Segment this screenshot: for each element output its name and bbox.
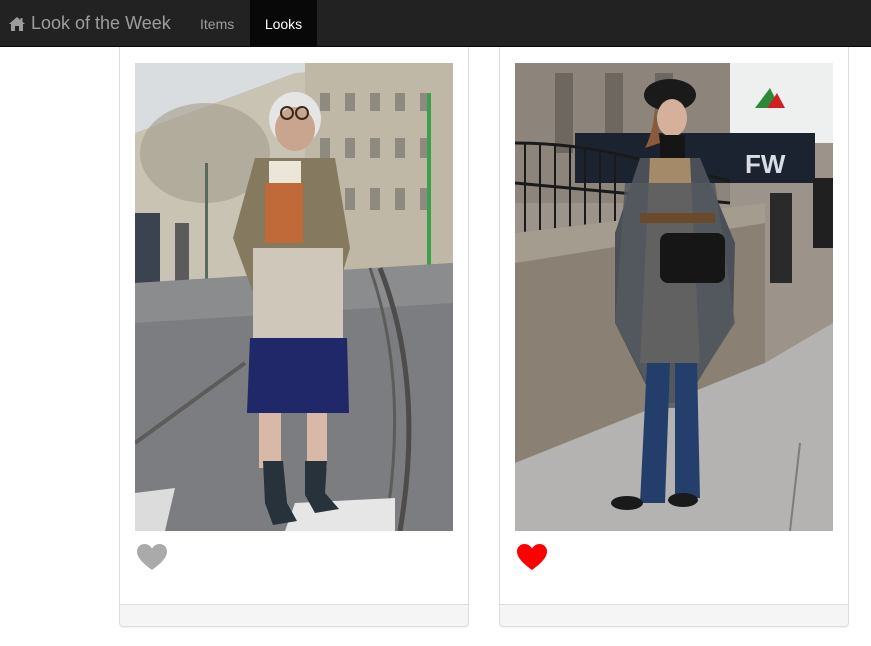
look-photo[interactable]: FW (515, 63, 833, 531)
nav-item-items-label: Items (200, 15, 235, 32)
like-heart-icon[interactable] (516, 543, 548, 571)
look-card (119, 47, 469, 627)
like-heart-icon[interactable] (136, 543, 168, 571)
top-navbar: Look of the Week Items Looks (0, 0, 871, 47)
brand-label: Look of the Week (31, 13, 171, 33)
heart-shape (137, 544, 167, 570)
nav-item-items[interactable]: Items (186, 0, 250, 47)
nav-item-looks[interactable]: Looks (250, 0, 317, 47)
card-footer (120, 604, 468, 626)
brand-link[interactable]: Look of the Week (8, 0, 171, 47)
heart-shape (517, 544, 547, 570)
home-icon (8, 16, 26, 32)
look-card: FW (499, 47, 849, 627)
look-photo[interactable] (135, 63, 453, 531)
svg-text:FW: FW (745, 149, 786, 179)
card-footer (500, 604, 848, 626)
nav-item-looks-label: Looks (264, 15, 303, 32)
